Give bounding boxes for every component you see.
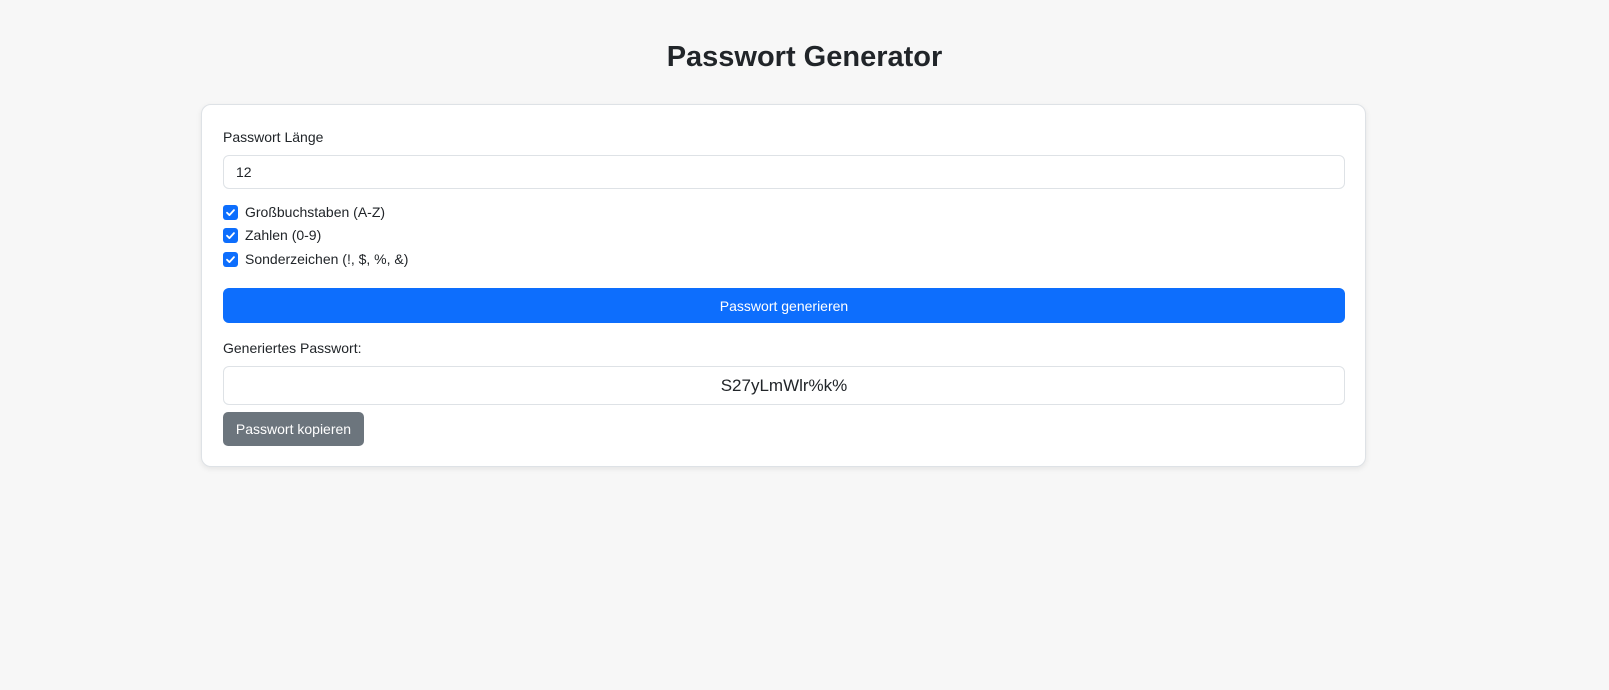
option-numbers[interactable]: Zahlen (0-9): [223, 226, 321, 244]
numbers-checkbox[interactable]: [223, 227, 238, 243]
check-icon: [226, 208, 235, 216]
generator-card: Passwort Länge Großbuchstaben (A-Z) Zahl…: [201, 104, 1366, 467]
check-icon: [226, 231, 235, 239]
length-label: Passwort Länge: [223, 129, 324, 145]
length-input[interactable]: [223, 155, 1345, 189]
uppercase-label: Großbuchstaben (A-Z): [245, 204, 386, 220]
generate-password-button[interactable]: Passwort generieren: [223, 288, 1345, 323]
uppercase-checkbox[interactable]: [223, 204, 238, 220]
option-special-chars[interactable]: Sonderzeichen (!, $, %, &): [223, 250, 408, 268]
page-title: Passwort Generator: [666, 41, 943, 73]
option-uppercase[interactable]: Großbuchstaben (A-Z): [223, 203, 385, 221]
special-chars-checkbox[interactable]: [223, 251, 238, 267]
generated-password-label: Generiertes Passwort:: [223, 340, 362, 356]
check-icon: [226, 255, 235, 263]
special-chars-label: Sonderzeichen (!, $, %, &): [245, 251, 409, 267]
numbers-label: Zahlen (0-9): [245, 227, 322, 243]
generated-password-output[interactable]: [223, 366, 1345, 405]
copy-password-button[interactable]: Passwort kopieren: [223, 412, 364, 446]
